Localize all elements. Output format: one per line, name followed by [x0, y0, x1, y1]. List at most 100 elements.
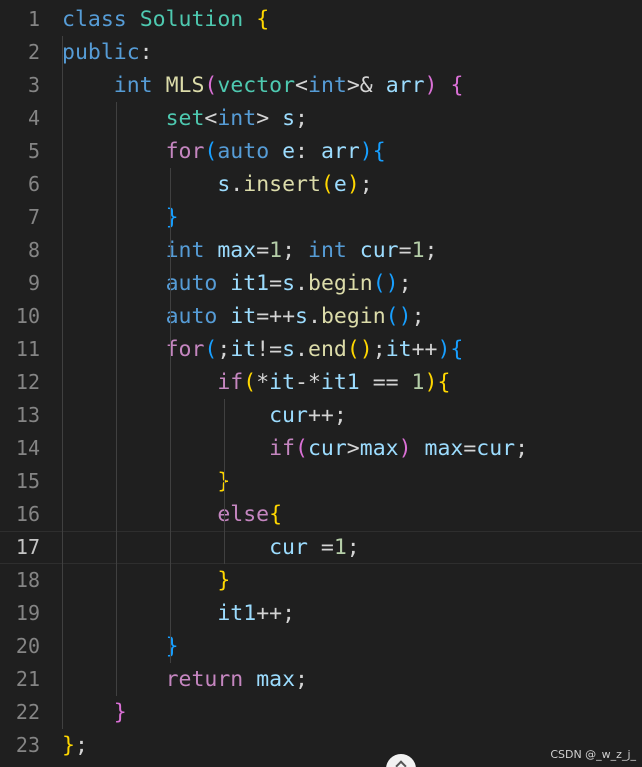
- code-token: ++;: [307, 403, 347, 428]
- code-line[interactable]: 10 auto it=++s.begin();: [0, 300, 642, 333]
- code-line[interactable]: 1 class Solution {: [0, 3, 642, 36]
- code-token: it1: [320, 370, 360, 395]
- code-token: <: [295, 73, 308, 98]
- code-line[interactable]: 15 }: [0, 465, 642, 498]
- code-token: cur: [307, 436, 347, 461]
- code-line[interactable]: 3 int MLS(vector<int>& arr) {: [0, 69, 642, 102]
- line-number: 20: [15, 634, 40, 658]
- code-line[interactable]: 21 return max;: [0, 663, 642, 696]
- code-token: =++: [256, 304, 296, 329]
- code-token: for: [165, 139, 205, 164]
- indent-guide: [62, 36, 63, 729]
- code-text: return max;: [62, 663, 308, 696]
- code-token: }: [165, 634, 179, 659]
- code-line[interactable]: 2 public:: [0, 36, 642, 69]
- code-token: s: [282, 337, 296, 362]
- code-text: if(cur>max) max=cur;: [62, 432, 528, 465]
- code-token: it1: [217, 601, 257, 626]
- code-line[interactable]: 6 s.insert(e);: [0, 168, 642, 201]
- code-token: for: [165, 337, 205, 362]
- code-token: ;: [74, 733, 88, 758]
- code-line[interactable]: 4 set<int> s;: [0, 102, 642, 135]
- line-number: 1: [27, 7, 40, 31]
- code-token: .: [295, 271, 308, 296]
- code-line[interactable]: 23};: [0, 729, 642, 762]
- code-line[interactable]: 20 }: [0, 630, 642, 663]
- code-text: }: [62, 564, 230, 597]
- code-line[interactable]: 8 int max=1; int cur=1;: [0, 234, 642, 267]
- code-token: ): [346, 172, 360, 197]
- code-line[interactable]: 5 for(auto e: arr){: [0, 135, 642, 168]
- line-number: 12: [15, 370, 40, 394]
- code-token: (): [372, 271, 399, 296]
- line-number: 8: [27, 238, 40, 262]
- code-token: {: [256, 7, 270, 32]
- code-token: int: [308, 238, 347, 263]
- code-line[interactable]: 14 if(cur>max) max=cur;: [0, 432, 642, 465]
- line-number: 10: [15, 304, 40, 328]
- code-token: 1: [411, 370, 425, 395]
- code-text: int MLS(vector<int>& arr) {: [62, 69, 464, 102]
- code-token: end: [308, 337, 347, 362]
- code-text: s.insert(e);: [62, 168, 372, 201]
- code-token: else: [217, 502, 270, 527]
- code-token: .: [230, 172, 244, 197]
- code-line[interactable]: 9 auto it1=s.begin();: [0, 267, 642, 300]
- code-token: (): [346, 337, 373, 362]
- code-token: ;: [411, 304, 425, 329]
- code-token: e: [333, 172, 347, 197]
- code-token: int: [113, 73, 153, 98]
- code-line[interactable]: 16 else{: [0, 498, 642, 531]
- code-text: for(auto e: arr){: [62, 135, 386, 168]
- line-number: 4: [27, 106, 40, 130]
- code-token: max: [217, 238, 257, 263]
- code-token: 1: [411, 238, 425, 263]
- code-line[interactable]: 7 }: [0, 201, 642, 234]
- code-token: auto: [165, 271, 218, 296]
- code-token: (: [295, 436, 308, 461]
- code-token: {: [450, 73, 464, 98]
- code-token: set: [165, 106, 205, 131]
- code-text: };: [62, 729, 88, 762]
- code-line[interactable]: 22 }: [0, 696, 642, 729]
- code-token: arr: [385, 73, 425, 98]
- code-line[interactable]: 18 }: [0, 564, 642, 597]
- code-token: it: [230, 337, 257, 362]
- code-token: (: [243, 370, 257, 395]
- code-text: set<int> s;: [62, 102, 308, 135]
- code-line[interactable]: 19 it1++;: [0, 597, 642, 630]
- code-editor[interactable]: 1 class Solution {2 public: 3 int MLS(vecto…: [0, 0, 642, 767]
- code-token: cur: [269, 535, 308, 560]
- line-number: 5: [27, 139, 40, 163]
- code-token: s: [217, 172, 231, 197]
- code-token: {: [269, 502, 283, 527]
- code-token: s: [282, 271, 296, 296]
- code-line[interactable]: 12 if(*it-*it1 == 1){: [0, 366, 642, 399]
- code-token: =: [269, 271, 283, 296]
- line-number: 7: [27, 205, 40, 229]
- code-token: it: [385, 337, 412, 362]
- line-number: 3: [27, 73, 40, 97]
- code-token: ): [398, 436, 412, 461]
- code-token: 1: [333, 535, 347, 560]
- code-line[interactable]: 17 cur =1;: [0, 531, 642, 564]
- code-line[interactable]: 11 for(;it!=s.end();it++){: [0, 333, 642, 366]
- code-token: {: [437, 370, 451, 395]
- code-line[interactable]: 13 cur++;: [0, 399, 642, 432]
